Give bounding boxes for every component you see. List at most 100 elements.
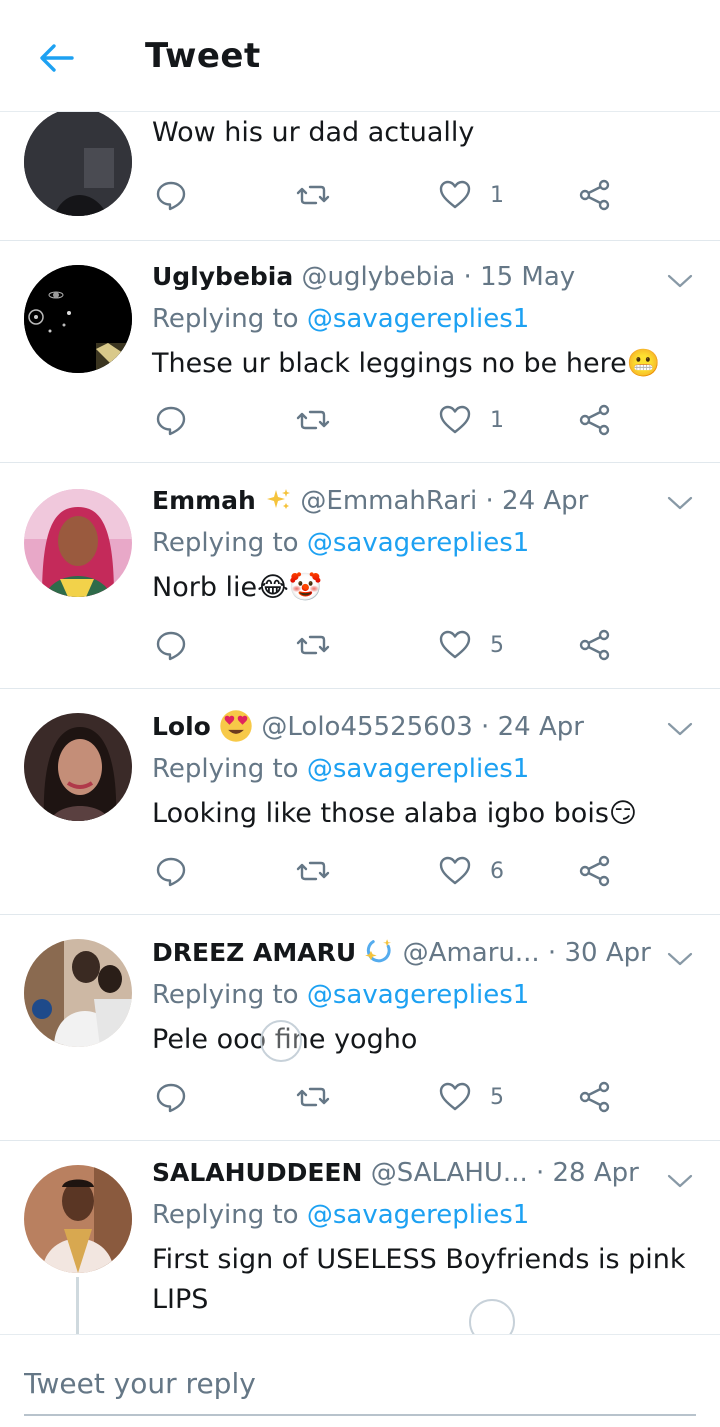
share-button[interactable] (578, 1077, 612, 1117)
user-handle[interactable]: @Lolo45525603 (261, 712, 472, 742)
like-button[interactable]: 6 (438, 851, 504, 891)
share-button[interactable] (578, 625, 612, 665)
tweet-text: Wow his ur dad actually (152, 117, 475, 148)
reply-button[interactable] (154, 625, 188, 665)
tweet-item[interactable]: Lolo @Lolo45525603 · 24 Apr Replying to … (0, 689, 720, 915)
tweet-item[interactable]: Uglybebia @uglybebia · 15 May Replying t… (0, 241, 720, 463)
share-icon (579, 404, 610, 436)
tweet-date[interactable]: 30 Apr (564, 938, 650, 968)
reply-button[interactable] (154, 400, 188, 440)
tweet-actions: 6 (152, 851, 672, 891)
like-button[interactable]: 5 (438, 625, 504, 665)
retweet-icon (296, 185, 330, 205)
reply-input[interactable] (24, 1363, 696, 1403)
user-handle[interactable]: @uglybebia (302, 262, 456, 292)
user-handle[interactable]: @Amaru... (403, 938, 540, 968)
reply-button[interactable] (154, 851, 188, 891)
retweet-button[interactable] (296, 1077, 330, 1117)
replying-to-link[interactable]: @savagereplies1 (307, 1200, 529, 1230)
dizzy-emoji (365, 939, 392, 963)
tweet-date[interactable]: 15 May (480, 262, 575, 292)
display-name[interactable]: DREEZ AMARU (152, 938, 356, 967)
tweet-text: Pele ooo fine yogho (152, 1024, 418, 1055)
like-button[interactable]: 5 (438, 1077, 504, 1117)
retweet-icon (296, 635, 330, 655)
like-count: 5 (490, 632, 504, 658)
reply-button[interactable] (154, 1077, 188, 1117)
tweet-text: Looking like those alaba igbo bois😏 (152, 798, 638, 829)
user-handle[interactable]: @EmmahRari (300, 486, 477, 516)
chevron-down-icon[interactable] (666, 489, 694, 517)
like-count: 5 (490, 1084, 504, 1110)
retweet-button[interactable] (296, 400, 330, 440)
thread-connector (76, 1277, 79, 1334)
avatar[interactable] (24, 939, 132, 1047)
avatar[interactable] (24, 713, 132, 821)
replying-to-link[interactable]: @savagereplies1 (307, 980, 529, 1010)
tweet-item[interactable]: DREEZ AMARU @Amaru... · 30 Apr Replying … (0, 915, 720, 1141)
tweet-meta: DREEZ AMARU @Amaru... · 30 Apr (152, 938, 651, 968)
sparkles-emoji (267, 489, 291, 509)
chevron-down-icon[interactable] (666, 1167, 694, 1195)
chevron-down-icon[interactable] (666, 267, 694, 295)
replying-to-link[interactable]: @savagereplies1 (307, 528, 529, 558)
tweet-item[interactable]: SALAHUDDEEN @SALAHU... · 28 Apr Replying… (0, 1141, 720, 1334)
heart-icon (439, 405, 471, 434)
heart-icon (439, 856, 471, 885)
tweet-actions: 1 (152, 175, 672, 215)
share-button[interactable] (578, 175, 612, 215)
tweet-text: First sign of USELESS Boyfriends is pink… (152, 1244, 686, 1315)
reply-icon (156, 406, 186, 436)
retweet-button[interactable] (296, 625, 330, 665)
display-name[interactable]: Emmah (152, 486, 256, 515)
share-icon (579, 1081, 610, 1113)
like-count: 1 (490, 407, 504, 433)
tweet-text: Norb lie😂🤡 (152, 572, 323, 603)
share-button[interactable] (578, 851, 612, 891)
share-button[interactable] (578, 400, 612, 440)
retweet-button[interactable] (296, 851, 330, 891)
like-count: 6 (490, 858, 504, 884)
chevron-down-icon[interactable] (666, 945, 694, 973)
avatar[interactable] (24, 112, 132, 216)
display-name[interactable]: SALAHUDDEEN (152, 1158, 362, 1187)
reply-button[interactable] (154, 175, 188, 215)
replying-to-link[interactable]: @savagereplies1 (307, 304, 529, 334)
input-underline (24, 1414, 696, 1416)
display-name[interactable]: Uglybebia (152, 262, 293, 291)
like-count: 1 (490, 182, 504, 208)
display-name[interactable]: Lolo (152, 712, 211, 741)
reply-icon (156, 631, 186, 661)
tweet-meta: Uglybebia @uglybebia · 15 May (152, 262, 576, 292)
avatar[interactable] (24, 1165, 132, 1273)
heart-icon (439, 630, 471, 659)
share-icon (579, 179, 610, 211)
retweet-icon (296, 861, 330, 881)
retweet-button[interactable] (296, 175, 330, 215)
tweet-meta: Emmah @EmmahRari · 24 Apr (152, 486, 589, 516)
user-handle[interactable]: @SALAHU... (371, 1158, 528, 1188)
tweet-date[interactable]: 24 Apr (502, 486, 588, 516)
retweet-icon (296, 410, 330, 430)
heart-icon (439, 180, 471, 209)
tweet-text: These ur black leggings no be here😬 (152, 348, 661, 379)
touch-indicator (260, 1020, 302, 1062)
page-title: Tweet (145, 36, 261, 76)
back-button[interactable] (30, 34, 82, 82)
tweet-date[interactable]: 24 Apr (498, 712, 584, 742)
avatar[interactable] (24, 265, 132, 373)
like-button[interactable]: 1 (438, 400, 504, 440)
chevron-down-icon[interactable] (666, 715, 694, 743)
tweet-actions: 1 (152, 400, 672, 440)
replies-feed[interactable]: Wow his ur dad actually 1 Uglybebia @ugl… (0, 112, 720, 1334)
avatar[interactable] (24, 489, 132, 597)
back-arrow-icon (40, 44, 74, 72)
reply-icon (156, 181, 186, 211)
replying-to-link[interactable]: @savagereplies1 (307, 754, 529, 784)
tweet-item[interactable]: Emmah @EmmahRari · 24 Apr Replying to @s… (0, 463, 720, 689)
tweet-date[interactable]: 28 Apr (553, 1158, 639, 1188)
tweet-item[interactable]: Wow his ur dad actually 1 (0, 112, 720, 241)
like-button[interactable]: 1 (438, 175, 504, 215)
share-icon (579, 855, 610, 887)
tweet-actions: 5 (152, 625, 672, 665)
